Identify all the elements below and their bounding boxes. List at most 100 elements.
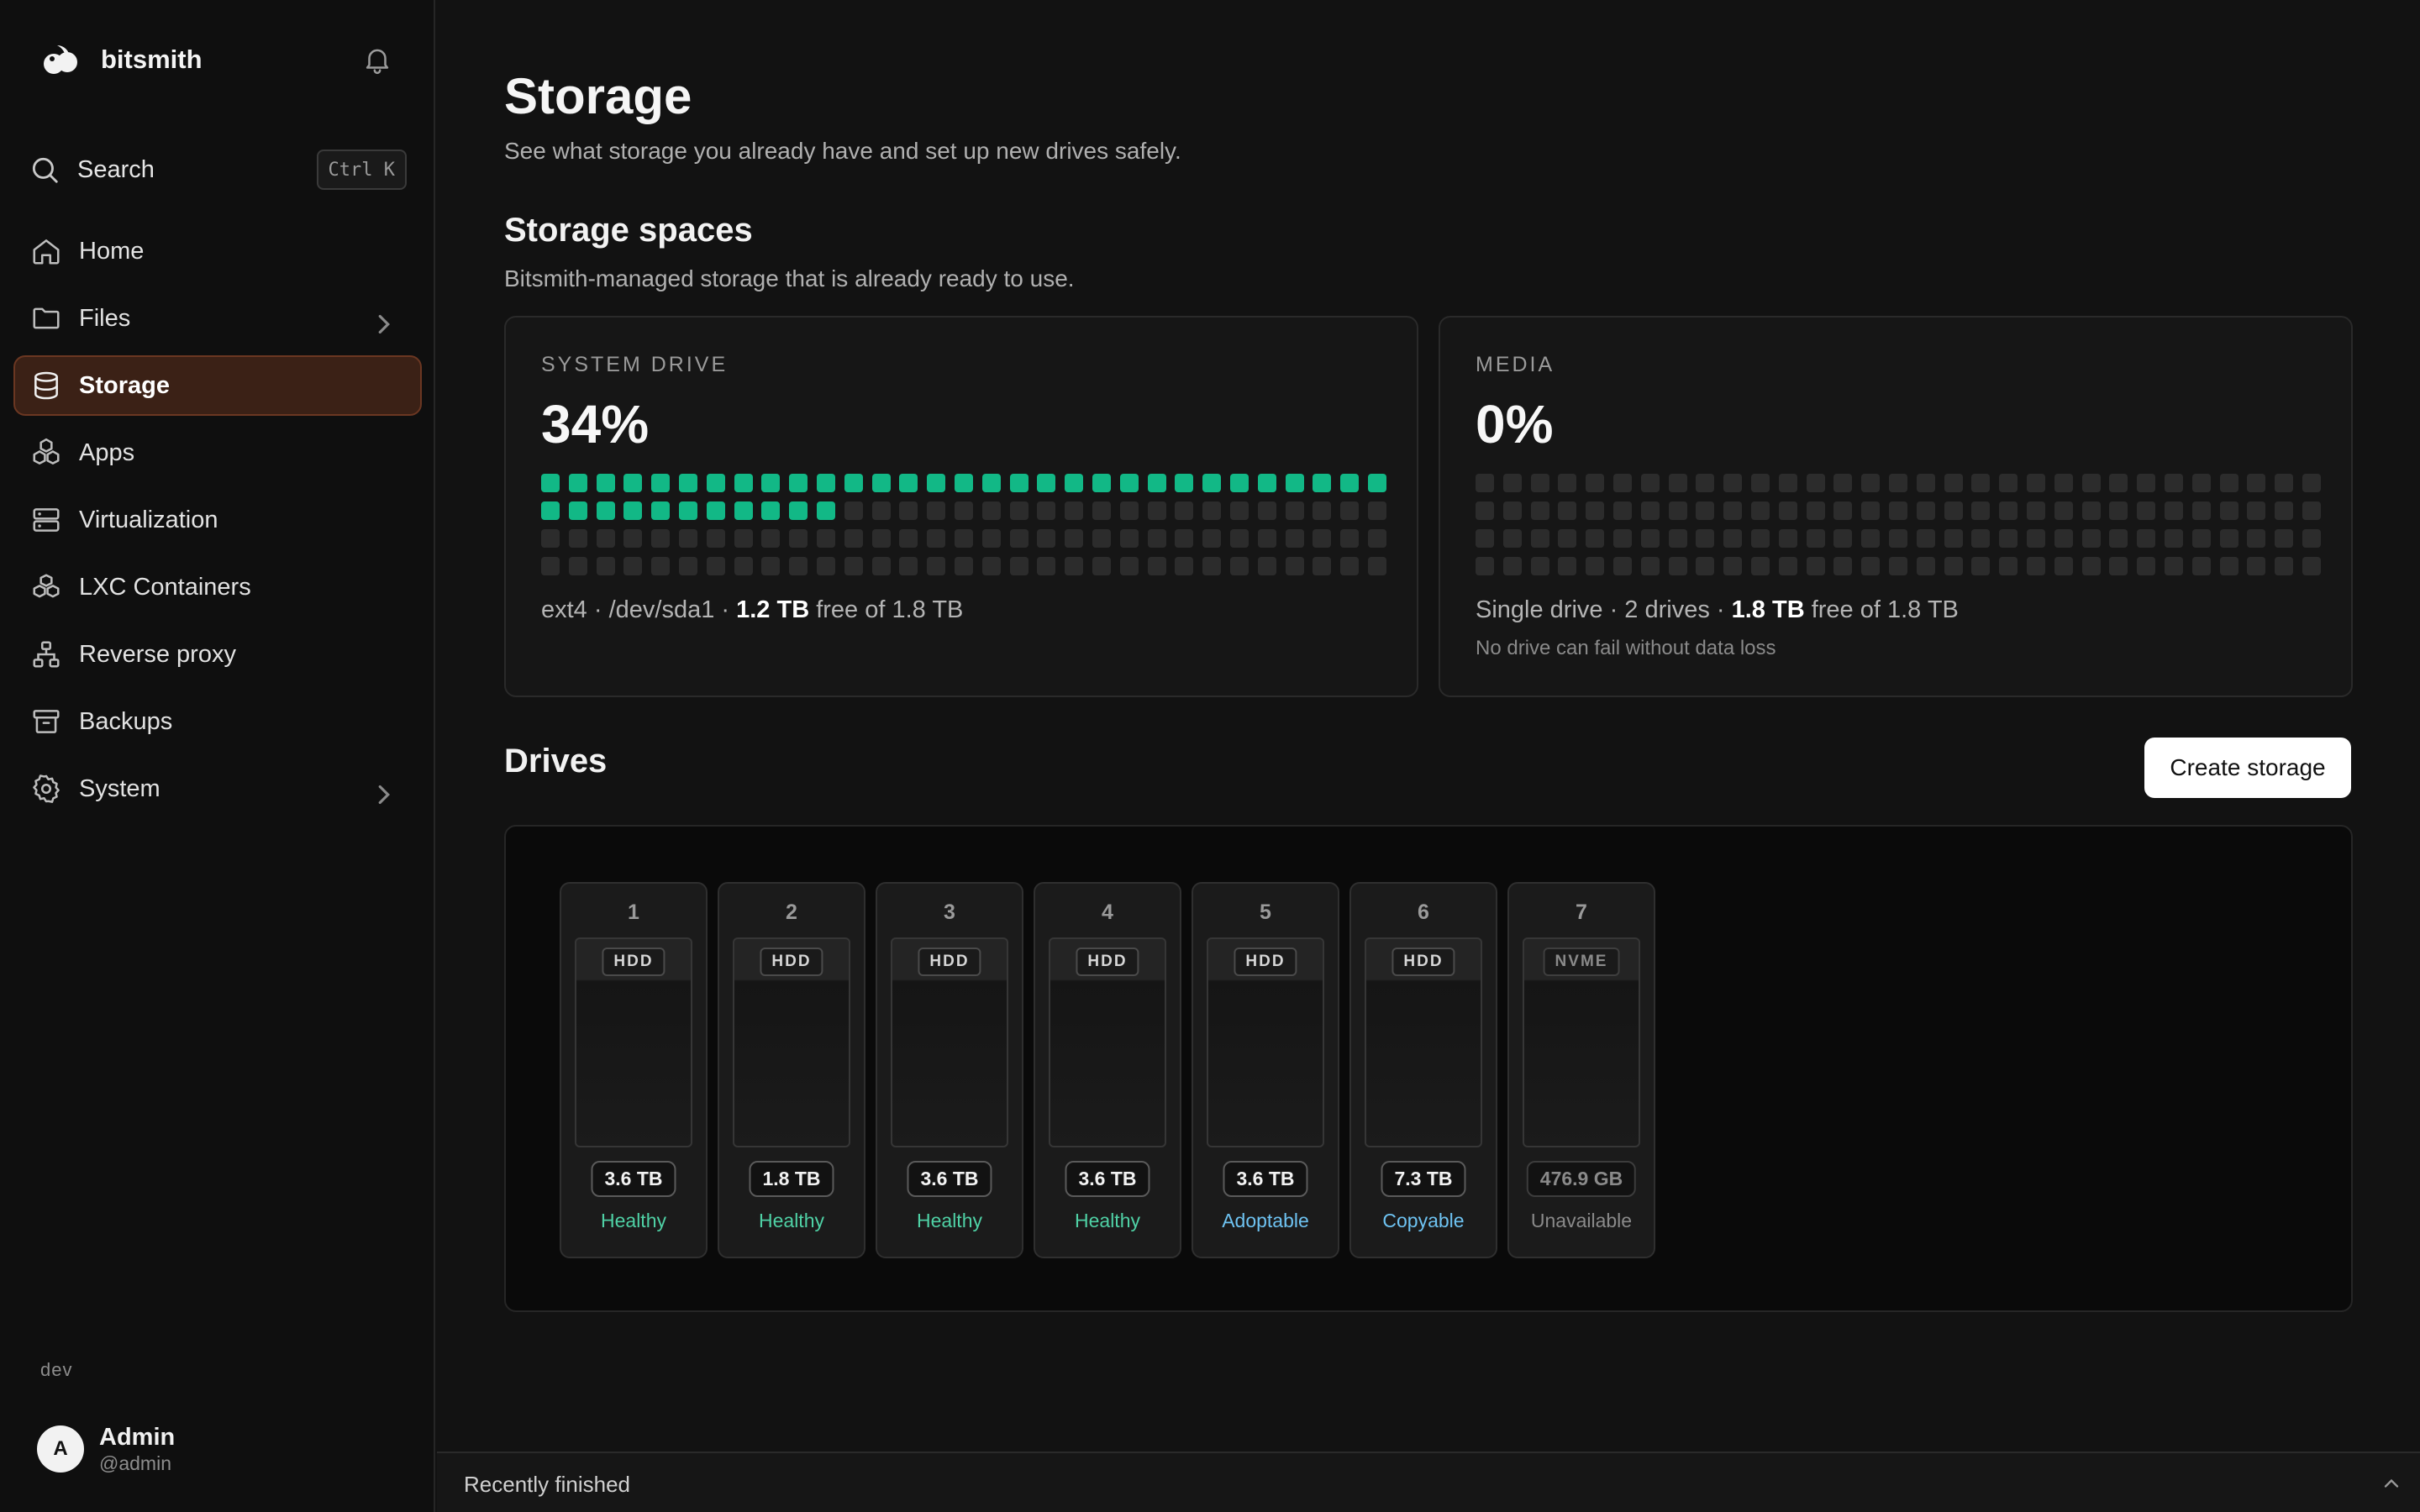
recently-finished-bar[interactable]: Recently finished	[437, 1452, 2420, 1512]
usage-cell-free	[1640, 557, 1660, 575]
usage-cell-free	[1558, 474, 1577, 492]
usage-cell-free	[1313, 501, 1332, 520]
bay-number: 7	[1576, 900, 1587, 924]
usage-cell-free	[2275, 474, 2294, 492]
drive-bay-4[interactable]: 4 HDD 3.6 TB Healthy	[1034, 882, 1181, 1258]
network-icon	[33, 641, 60, 668]
usage-cell-free	[734, 557, 753, 575]
usage-cell-free	[1147, 529, 1166, 548]
usage-cell-free	[1612, 557, 1632, 575]
sidebar-item-backups[interactable]: Backups	[13, 691, 422, 752]
usage-cell-used	[1202, 474, 1222, 492]
usage-cell-used	[651, 474, 671, 492]
drive-bay-1[interactable]: 1 HDD 3.6 TB Healthy	[560, 882, 708, 1258]
usage-cell-free	[2247, 529, 2266, 548]
usage-cell-free	[1586, 501, 1605, 520]
drive-size-badge: 7.3 TB	[1381, 1161, 1466, 1197]
sidebar-item-label: Files	[79, 304, 131, 332]
usage-cell-free	[899, 557, 918, 575]
drive-slot: HDD	[575, 937, 692, 1147]
drive-status: Healthy	[1075, 1210, 1140, 1231]
usage-cell-free	[1476, 501, 1494, 520]
sidebar-item-lxc-containers[interactable]: LXC Containers	[13, 557, 422, 617]
usage-cell-used	[789, 501, 808, 520]
brand[interactable]: bitsmith	[39, 39, 203, 81]
storage-card-media[interactable]: MEDIA 0% Single drive · 2 drives · 1.8 T…	[1439, 316, 2353, 697]
usage-cell-free	[1723, 529, 1743, 548]
chevron-up-icon[interactable]	[2380, 1472, 2403, 1495]
user-handle: @admin	[99, 1452, 171, 1474]
sidebar-item-label: Reverse proxy	[79, 640, 236, 668]
sidebar-item-reverse-proxy[interactable]: Reverse proxy	[13, 624, 422, 685]
brand-name: bitsmith	[101, 45, 203, 74]
sidebar-item-label: Virtualization	[79, 506, 218, 533]
sidebar-item-storage[interactable]: Storage	[13, 355, 422, 416]
usage-cell-free	[2026, 557, 2045, 575]
usage-cell-free	[1916, 529, 1935, 548]
usage-cell-free	[1558, 529, 1577, 548]
usage-cell-free	[1476, 557, 1494, 575]
usage-cell-used	[1340, 474, 1360, 492]
usage-cell-used	[844, 474, 863, 492]
usage-cell-free	[1092, 529, 1111, 548]
sidebar-item-apps[interactable]: Apps	[13, 423, 422, 483]
usage-cell-free	[1971, 501, 1991, 520]
usage-cell-used	[734, 501, 753, 520]
usage-cell-free	[1888, 529, 1907, 548]
usage-cell-free	[1806, 501, 1825, 520]
usage-cell-free	[1257, 529, 1276, 548]
usage-cell-free	[1750, 529, 1770, 548]
bay-number: 5	[1260, 900, 1271, 924]
usage-cell-free	[1668, 557, 1687, 575]
main-content: Storage See what storage you already hav…	[437, 0, 2420, 1512]
info-suffix: free of 1.8 TB	[1804, 596, 1959, 623]
usage-cell-used	[981, 474, 1001, 492]
usage-cell-free	[1530, 529, 1549, 548]
page-title: Storage	[504, 68, 692, 124]
sidebar-item-home[interactable]: Home	[13, 221, 422, 281]
usage-cell-used	[734, 474, 753, 492]
user-name: Admin	[99, 1424, 176, 1451]
usage-cell-free	[541, 557, 560, 575]
sidebar-item-system[interactable]: System	[13, 759, 422, 819]
drive-bay-5[interactable]: 5 HDD 3.6 TB Adoptable	[1192, 882, 1339, 1258]
usage-cell-free	[1696, 557, 1715, 575]
bay-number: 3	[944, 900, 955, 924]
search-button[interactable]: Search Ctrl K	[29, 144, 407, 195]
usage-cell-used	[1147, 474, 1166, 492]
usage-cell-used	[1065, 474, 1084, 492]
drive-bay-6[interactable]: 6 HDD 7.3 TB Copyable	[1349, 882, 1497, 1258]
sidebar-item-files[interactable]: Files	[13, 288, 422, 349]
sidebar-item-label: System	[79, 774, 160, 802]
usage-cell-free	[2191, 529, 2211, 548]
usage-cell-used	[706, 501, 725, 520]
usage-cell-free	[1999, 501, 2018, 520]
usage-cell-used	[596, 474, 615, 492]
usage-cell-free	[1833, 474, 1853, 492]
usage-cell-free	[1723, 557, 1743, 575]
usage-cell-free	[1999, 474, 2018, 492]
usage-cell-free	[954, 557, 973, 575]
usage-cell-free	[1586, 557, 1605, 575]
usage-cell-free	[1833, 501, 1853, 520]
usage-cell-free	[2275, 501, 2294, 520]
usage-cell-free	[954, 529, 973, 548]
usage-cell-free	[1696, 474, 1715, 492]
usage-cell-free	[1971, 557, 1991, 575]
usage-cell-free	[789, 557, 808, 575]
free-value: 1.2 TB	[736, 596, 810, 623]
drive-bay-7[interactable]: 7 NVME 476.9 GB Unavailable	[1507, 882, 1655, 1258]
storage-card-system-drive[interactable]: SYSTEM DRIVE 34% ext4 · /dev/sda1 · 1.2 …	[504, 316, 1418, 697]
sidebar-item-virtualization[interactable]: Virtualization	[13, 490, 422, 550]
bell-icon[interactable]	[361, 44, 393, 76]
user-menu[interactable]: A Admin @admin	[37, 1423, 175, 1475]
usage-cell-free	[927, 501, 946, 520]
drive-bay-3[interactable]: 3 HDD 3.6 TB Healthy	[876, 882, 1023, 1258]
create-storage-button[interactable]: Create storage	[2144, 738, 2351, 798]
usage-cell-used	[1313, 474, 1332, 492]
drive-type-badge: HDD	[918, 948, 981, 976]
drive-bay-2[interactable]: 2 HDD 1.8 TB Healthy	[718, 882, 865, 1258]
usage-cell-free	[927, 529, 946, 548]
usage-cell-free	[2219, 557, 2238, 575]
usage-cell-free	[1229, 501, 1249, 520]
